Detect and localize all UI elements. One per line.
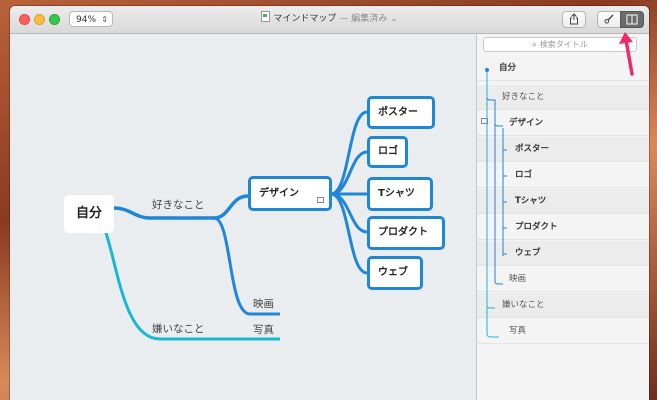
child-node-label: ウェブ bbox=[378, 267, 408, 278]
titlebar: 94% ⇕ マインドマップ — 編集済み ⌄ bbox=[10, 6, 649, 34]
child-node-label: プロダクト bbox=[378, 227, 428, 238]
outline-item-label: デザイン bbox=[509, 118, 544, 128]
child-node-label: Tシャツ bbox=[378, 188, 415, 199]
brush-icon bbox=[604, 14, 614, 24]
note-icon bbox=[317, 197, 324, 203]
child-node-label: ロゴ bbox=[378, 146, 398, 157]
outline-item-label: 写真 bbox=[509, 326, 527, 336]
branch-like-label[interactable]: 好きなこと bbox=[152, 197, 205, 212]
updown-chevron-icon: ⇕ bbox=[101, 15, 108, 24]
outline-item-label: プロダクト bbox=[515, 222, 558, 232]
close-button[interactable] bbox=[19, 14, 30, 25]
sidebar-toggle-icon bbox=[626, 14, 638, 25]
child-node-web[interactable]: ウェブ bbox=[367, 256, 423, 290]
child-node-poster[interactable]: ポスター bbox=[367, 96, 435, 129]
style-button[interactable] bbox=[597, 11, 621, 28]
share-button[interactable] bbox=[562, 11, 586, 28]
minimize-button[interactable] bbox=[34, 14, 45, 25]
outline-item-label: Tシャツ bbox=[515, 196, 547, 206]
outline-toggle-button[interactable] bbox=[620, 11, 644, 28]
document-title[interactable]: マインドマップ bbox=[273, 14, 336, 24]
design-node-label: デザイン bbox=[259, 187, 299, 199]
child-node-label: ポスター bbox=[378, 106, 418, 118]
outline-item-label: 嫌いなこと bbox=[502, 300, 545, 310]
child-node-product[interactable]: プロダクト bbox=[367, 216, 445, 250]
zoom-select[interactable]: 94% ⇕ bbox=[69, 11, 113, 27]
document-icon bbox=[261, 11, 271, 22]
design-node[interactable]: デザイン bbox=[248, 176, 332, 211]
outline-item-label: 好きなこと bbox=[502, 92, 545, 102]
annotation-arrow-icon bbox=[619, 32, 634, 76]
zoom-value: 94% bbox=[76, 15, 97, 25]
child-node-logo[interactable]: ロゴ bbox=[367, 136, 408, 168]
mindmap-canvas[interactable]: 自分 好きなこと 嫌いなこと 映画 写真 デザイン ポスター ロゴ Tシャツ プ… bbox=[10, 34, 476, 400]
outline-item-label: 映画 bbox=[509, 274, 527, 284]
outline-item-label: ウェブ bbox=[515, 248, 541, 258]
outline-item-label: ポスター bbox=[515, 144, 550, 154]
root-node[interactable]: 自分 bbox=[64, 195, 114, 233]
photo-node[interactable]: 写真 bbox=[253, 322, 274, 337]
edit-status[interactable]: — 編集済み ⌄ bbox=[339, 14, 397, 24]
branch-dislike-label[interactable]: 嫌いなこと bbox=[152, 321, 205, 336]
share-icon bbox=[570, 13, 578, 25]
search-placeholder: 検索タイトル bbox=[539, 40, 588, 49]
outline-tree-lines bbox=[485, 68, 507, 338]
outline-sidebar: ⌕ 検索タイトル 自分 好きなこと デザイン ポスター ロゴ Tシャツ プロダクト… bbox=[476, 34, 649, 400]
search-icon: ⌕ bbox=[532, 40, 537, 49]
fullscreen-button[interactable] bbox=[49, 14, 60, 25]
child-node-tshirt[interactable]: Tシャツ bbox=[367, 177, 433, 211]
outline-item-label: ロゴ bbox=[515, 170, 533, 180]
app-window: 94% ⇕ マインドマップ — 編集済み ⌄ 自分 好きなこと 嫌いなこと 映画… bbox=[10, 6, 649, 400]
movie-node[interactable]: 映画 bbox=[253, 296, 274, 311]
window-title: マインドマップ — 編集済み ⌄ bbox=[210, 6, 449, 33]
